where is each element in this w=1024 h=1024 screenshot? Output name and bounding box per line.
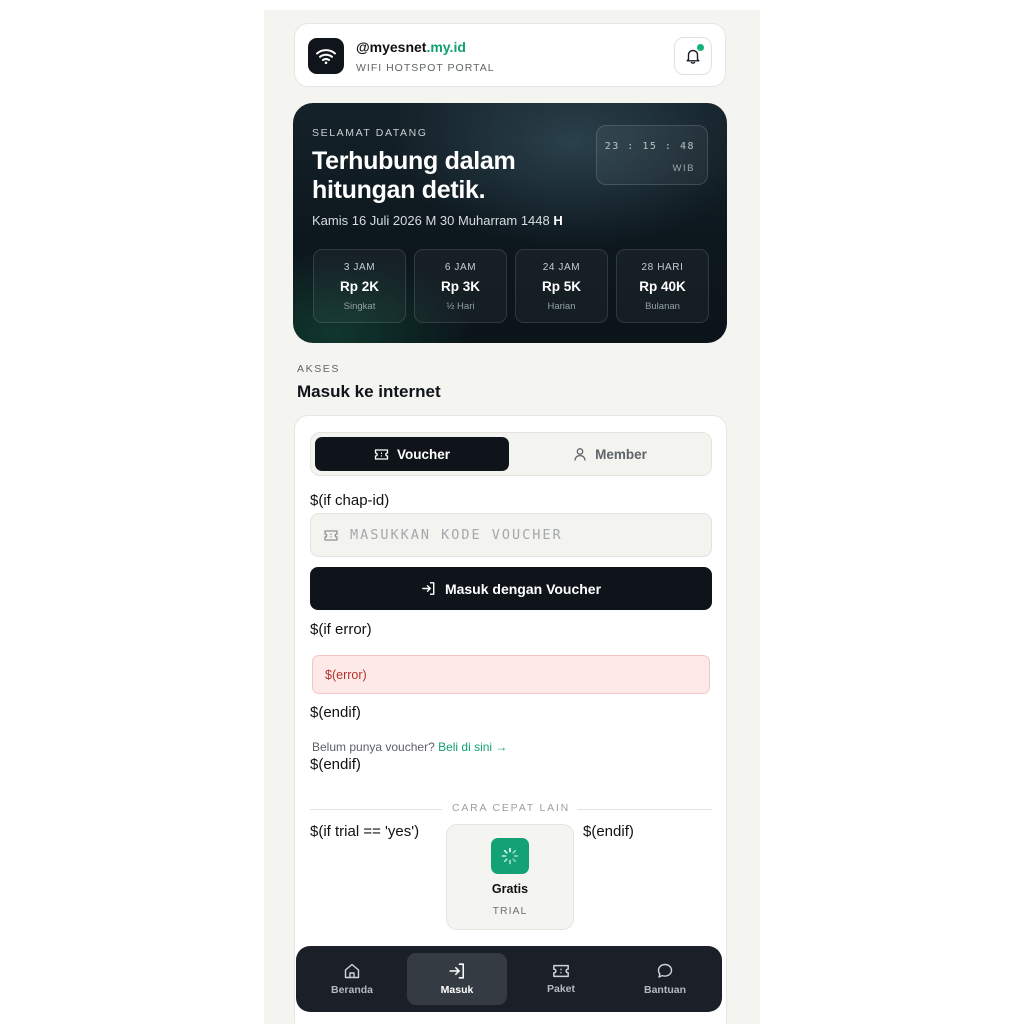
hero-date: Kamis 16 Juli 2026 M 30 Muharram 1448 H: [312, 213, 563, 228]
template-if-error: $(if error): [310, 621, 372, 638]
section-label: AKSES: [297, 363, 341, 375]
divider-label: CARA CEPAT LAIN: [451, 802, 571, 814]
plan-duration: 6 JAM: [444, 262, 477, 273]
user-icon: [574, 448, 586, 461]
loading-spinner-icon: [491, 838, 529, 874]
hero-title: Terhubung dalam hitungan detik.: [312, 147, 516, 204]
login-card: Voucher Member $(if chap-id) MASUKKAN KO…: [294, 415, 727, 1024]
brand-name: @myesnet.my.id: [356, 39, 466, 55]
plan-price: Rp 3K: [440, 279, 480, 294]
notification-dot: [697, 44, 704, 51]
notification-button[interactable]: [674, 37, 712, 75]
plan-card[interactable]: 6 JAM Rp 3K ½ Hari: [414, 249, 507, 323]
plan-card[interactable]: 24 JAM Rp 5K Harian: [515, 249, 608, 323]
divider: CARA CEPAT LAIN: [310, 802, 712, 816]
login-icon: [449, 963, 465, 979]
plan-duration: 24 JAM: [542, 262, 581, 273]
plan-card[interactable]: 28 HARI Rp 40K Bulanan: [616, 249, 709, 323]
buy-voucher-text: Belum punya voucher? Beli di sini →: [312, 740, 508, 754]
login-tabs: Voucher Member: [310, 432, 712, 476]
buy-voucher-link[interactable]: Beli di sini →: [438, 740, 507, 754]
wifi-logo-icon: [308, 38, 344, 74]
tab-member[interactable]: Member: [513, 437, 707, 471]
ticket-icon: [374, 448, 389, 460]
voucher-login-label: Masuk dengan Voucher: [444, 580, 602, 597]
tab-member-label: Member: [595, 446, 647, 462]
ticket-icon: [553, 964, 569, 978]
nav-item-bantuan[interactable]: Bantuan: [615, 953, 715, 1005]
tab-voucher[interactable]: Voucher: [315, 437, 509, 471]
plan-name: Singkat: [343, 301, 376, 312]
trial-name: Gratis: [491, 882, 529, 896]
plan-duration: 28 HARI: [641, 262, 684, 273]
error-message: $(error): [312, 655, 710, 694]
plan-name: ½ Hari: [446, 301, 475, 312]
nav-item-masuk[interactable]: Masuk: [407, 953, 507, 1005]
template-endif: $(endif): [310, 756, 361, 773]
hero-greeting: SELAMAT DATANG: [312, 127, 428, 139]
clock-time: 23 : 15 : 48: [604, 141, 695, 152]
ticket-icon: [324, 529, 338, 541]
hero-card: SELAMAT DATANG Terhubung dalam hitungan …: [293, 103, 727, 343]
nav-item-beranda[interactable]: Beranda: [302, 953, 402, 1005]
plan-name: Bulanan: [645, 301, 680, 312]
voucher-input-wrapper[interactable]: [310, 513, 712, 557]
tab-voucher-label: Voucher: [396, 446, 450, 462]
bottom-nav: Beranda Masuk Paket Bantuan: [296, 946, 722, 1012]
plan-name: Harian: [547, 301, 576, 312]
template-if-trial: $(if trial == 'yes'): [310, 823, 420, 840]
nav-item-paket[interactable]: Paket: [511, 953, 611, 1005]
trial-button[interactable]: Gratis TRIAL: [446, 824, 574, 930]
plan-card[interactable]: 3 JAM Rp 2K Singkat: [313, 249, 406, 323]
app-header: @myesnet.my.id WIFI HOTSPOT PORTAL: [294, 23, 726, 87]
template-endif: $(endif): [310, 704, 361, 721]
plan-duration: 3 JAM: [343, 262, 376, 273]
voucher-code-input[interactable]: [348, 526, 692, 544]
trial-subtitle: TRIAL: [492, 905, 528, 917]
login-icon: [422, 582, 435, 595]
home-icon: [344, 963, 360, 979]
plan-price: Rp 40K: [639, 279, 686, 294]
plan-list: 3 JAM Rp 2K Singkat 6 JAM Rp 3K ½ Hari 2…: [313, 249, 709, 323]
phone-screen: @myesnet.my.id WIFI HOTSPOT PORTAL SELAM…: [264, 10, 760, 1024]
brand-subtitle: WIFI HOTSPOT PORTAL: [356, 62, 495, 74]
section-title: Masuk ke internet: [297, 382, 441, 401]
template-if-chap: $(if chap-id): [310, 492, 390, 509]
template-endif: $(endif): [583, 823, 634, 840]
plan-price: Rp 2K: [339, 279, 379, 294]
voucher-login-button[interactable]: Masuk dengan Voucher: [310, 567, 712, 610]
clock-widget: 23 : 15 : 48 WIB: [596, 125, 708, 185]
chat-icon: [657, 963, 673, 978]
plan-price: Rp 5K: [541, 279, 581, 294]
clock-zone: WIB: [672, 163, 695, 174]
